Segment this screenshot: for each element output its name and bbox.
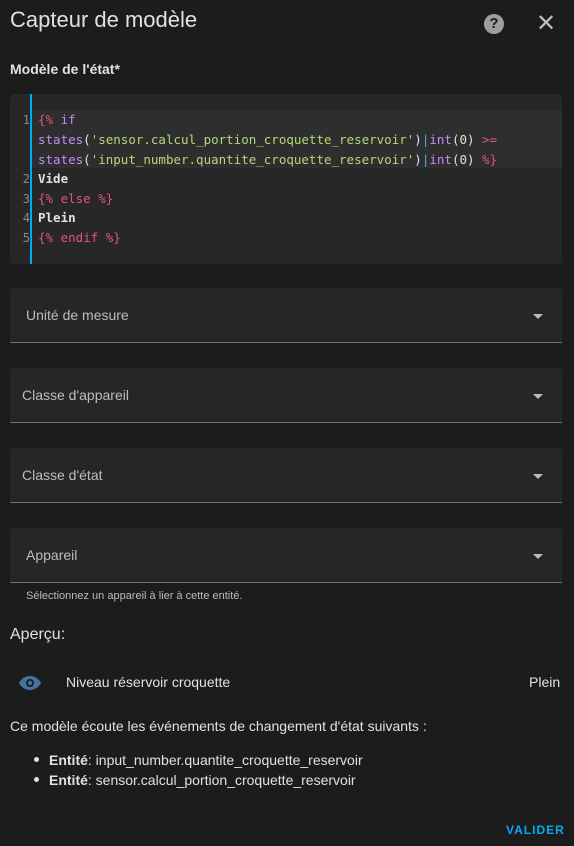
- code-token: 'input_number.quantite_croquette_reservo…: [90, 152, 415, 167]
- close-icon[interactable]: ✕: [536, 12, 556, 36]
- code-token: states: [38, 152, 84, 167]
- help-icon[interactable]: ?: [484, 14, 504, 34]
- preview-entity-name: Niveau réservoir croquette: [66, 674, 231, 690]
- entity-label: Entité: [49, 772, 88, 788]
- entity-value: : sensor.calcul_portion_croquette_reserv…: [87, 772, 356, 788]
- line-number: 3: [22, 192, 30, 206]
- list-item: Entité: input_number.quantite_croquette_…: [34, 752, 363, 768]
- field-label: Unité de mesure: [26, 307, 129, 323]
- line-number: 2: [22, 172, 30, 186]
- entity-label: Entité: [49, 752, 88, 768]
- code-line-3[interactable]: {% else %}: [38, 191, 113, 206]
- code-token: (0): [451, 152, 475, 167]
- code-token: states: [38, 132, 84, 147]
- line-number: 5: [22, 231, 30, 245]
- code-token: (: [83, 132, 91, 147]
- line-number: 4: [22, 211, 30, 225]
- chevron-down-icon: [533, 474, 543, 479]
- code-token: int: [429, 152, 452, 167]
- unit-of-measurement-select[interactable]: Unité de mesure: [10, 288, 562, 343]
- code-token: (: [83, 152, 91, 167]
- listen-description: Ce modèle écoute les événements de chang…: [10, 718, 427, 734]
- code-token: {%: [38, 112, 54, 127]
- code-token: ): [414, 132, 422, 147]
- code-token: int: [429, 132, 452, 147]
- code-token: (0): [451, 132, 475, 147]
- code-token: %}: [474, 152, 498, 167]
- device-class-select[interactable]: Classe d'appareil: [10, 368, 562, 423]
- code-line-4[interactable]: Plein: [38, 210, 76, 225]
- state-class-select[interactable]: Classe d'état: [10, 448, 562, 503]
- code-token: >=: [474, 132, 498, 147]
- code-line-1b[interactable]: states('sensor.calcul_portion_croquette_…: [38, 132, 497, 147]
- code-token: 'sensor.calcul_portion_croquette_reservo…: [90, 132, 415, 147]
- eye-icon: [19, 676, 41, 690]
- field-label: Classe d'appareil: [22, 387, 129, 403]
- field-label: Appareil: [26, 547, 78, 563]
- line-number: 1: [22, 113, 30, 127]
- template-label: Modèle de l'état*: [10, 61, 120, 77]
- bullet-icon: [34, 776, 39, 782]
- validate-button[interactable]: VALIDER: [506, 823, 565, 837]
- device-helper-text: Sélectionnez un appareil à lier à cette …: [26, 590, 243, 602]
- code-line-5[interactable]: {% endif %}: [38, 230, 121, 245]
- code-token: ): [414, 152, 422, 167]
- preview-title: Aperçu:: [10, 626, 66, 643]
- device-select[interactable]: Appareil: [10, 528, 562, 583]
- code-line-2[interactable]: Vide: [38, 171, 68, 186]
- preview-entity-state: Plein: [529, 674, 561, 690]
- chevron-down-icon: [533, 314, 543, 319]
- code-line-1[interactable]: {% if: [38, 112, 76, 127]
- dialog-title: Capteur de modèle: [10, 7, 198, 32]
- chevron-down-icon: [533, 554, 543, 559]
- bullet-icon: [34, 756, 39, 762]
- code-token: if: [53, 112, 76, 127]
- code-line-1c[interactable]: states('input_number.quantite_croquette_…: [38, 152, 497, 167]
- list-item: Entité: sensor.calcul_portion_croquette_…: [34, 772, 356, 788]
- entity-value: : input_number.quantite_croquette_reserv…: [87, 752, 363, 768]
- chevron-down-icon: [533, 394, 543, 399]
- editor-focus-bar: [30, 94, 32, 264]
- field-label: Classe d'état: [22, 467, 103, 483]
